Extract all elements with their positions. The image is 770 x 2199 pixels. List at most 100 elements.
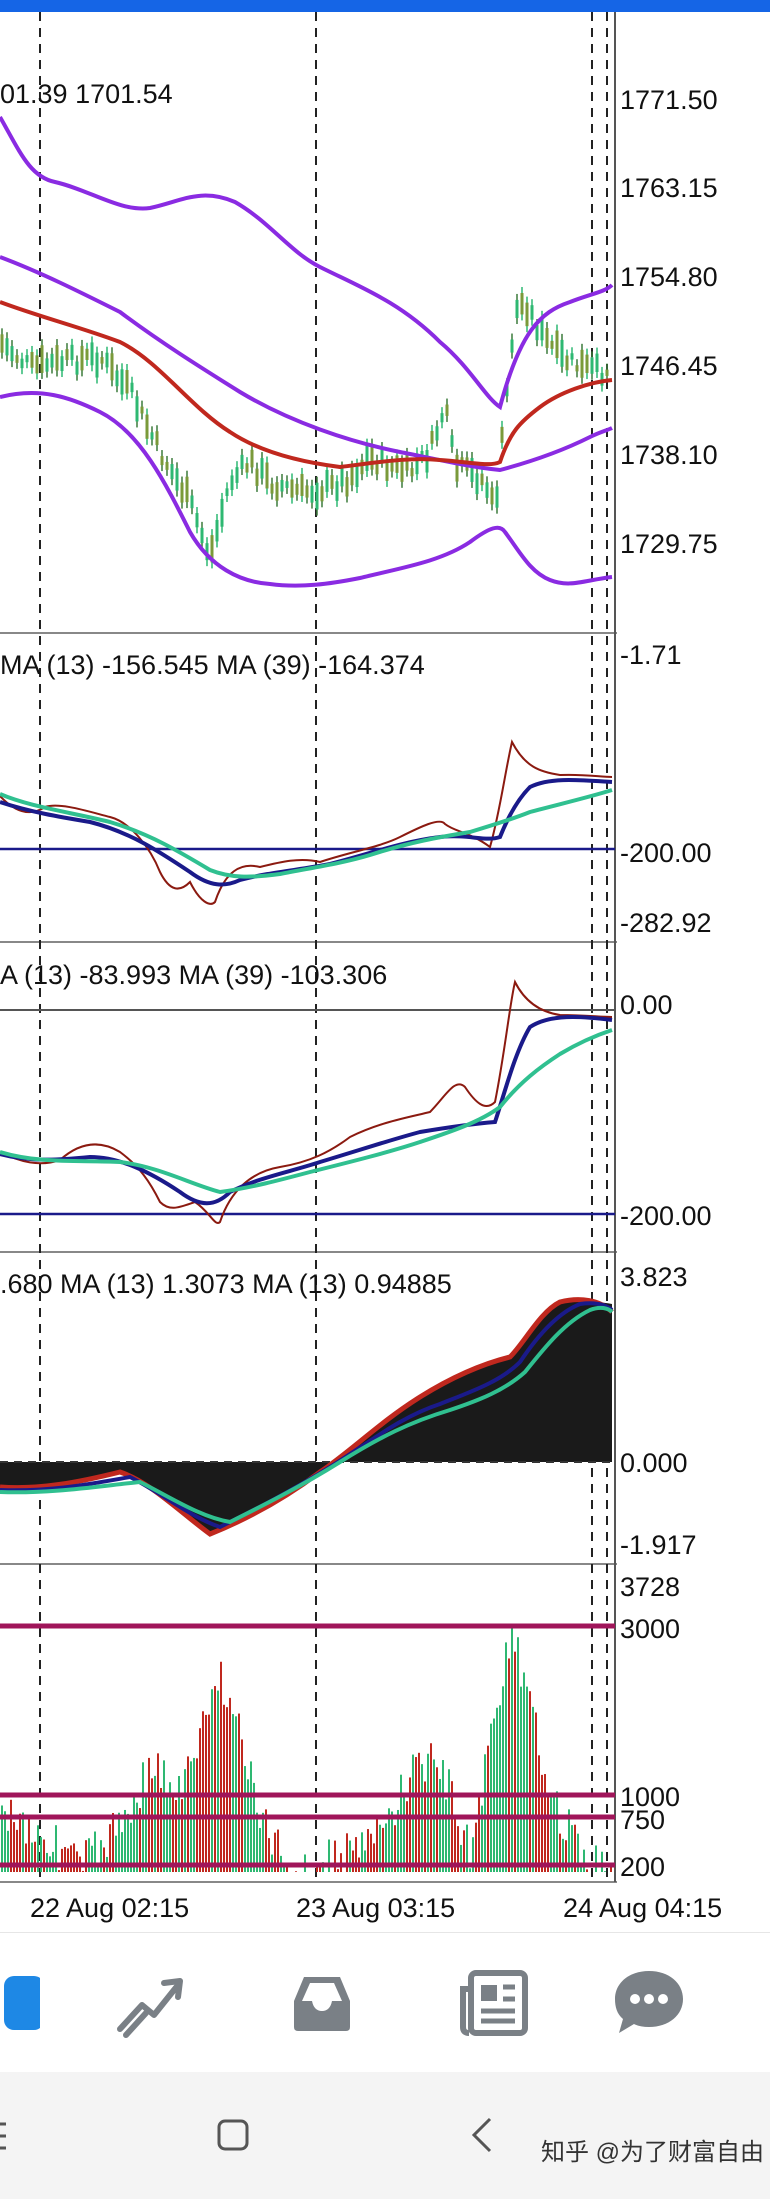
candle-body — [335, 481, 339, 501]
indicator1-level-label: -200.00 — [620, 838, 712, 868]
candle-body — [160, 456, 164, 466]
volume-bar — [160, 1787, 162, 1872]
volume-bar — [520, 1686, 522, 1872]
menu-icon[interactable] — [0, 2120, 12, 2154]
candle-body — [40, 345, 44, 373]
indicator1-ma39-line — [0, 788, 613, 879]
candle-body — [440, 413, 444, 423]
candle-body — [410, 468, 414, 477]
chat-icon — [615, 1971, 683, 2033]
volume-bar — [535, 1712, 537, 1872]
moving-average-line — [0, 300, 613, 470]
candle-body — [235, 467, 239, 483]
candle-body — [5, 338, 9, 356]
quotes-tab[interactable] — [0, 1961, 50, 2045]
candle-body — [535, 325, 539, 341]
candle-body — [95, 352, 99, 378]
candle-body — [125, 370, 129, 394]
candle-body — [580, 349, 584, 378]
candle-body — [485, 482, 489, 498]
back-icon[interactable] — [470, 2116, 494, 2154]
volume-bar — [217, 1690, 219, 1872]
volume-bar — [532, 1706, 534, 1872]
volume-bar — [526, 1686, 528, 1872]
candle-body — [370, 444, 374, 470]
volume-bar — [400, 1774, 402, 1872]
volume-bar — [157, 1753, 159, 1872]
candle-body — [545, 328, 549, 348]
volume-level-label: 3000 — [620, 1614, 681, 1644]
volume-bar — [229, 1697, 231, 1872]
candle-body — [490, 487, 494, 505]
volume-bar — [406, 1801, 408, 1872]
candle-body — [510, 339, 514, 353]
candle-body — [290, 479, 294, 498]
volume-bar — [73, 1843, 75, 1872]
chat-tab[interactable] — [604, 1961, 694, 2045]
candle-body — [70, 344, 74, 360]
candle-body — [255, 468, 259, 486]
volume-bar — [610, 1867, 612, 1872]
indicator1-level-label: -282.92 — [620, 908, 712, 938]
candle-body — [320, 486, 324, 502]
candle-body — [555, 330, 559, 359]
volume-bar — [538, 1755, 540, 1872]
top-status-strip — [0, 0, 770, 12]
volume-bar — [505, 1642, 507, 1872]
candle-body — [250, 449, 254, 468]
volume-bar — [181, 1799, 183, 1872]
bottom-navigation — [0, 1932, 770, 2073]
news-tab[interactable] — [450, 1961, 540, 2045]
candle-body — [140, 406, 144, 414]
volume-bar — [10, 1799, 12, 1872]
volume-bar — [601, 1851, 603, 1872]
candle-body — [195, 513, 199, 528]
time-axis-label: 23 Aug 03:15 — [296, 1893, 456, 1923]
volume-bar — [502, 1686, 504, 1872]
volume-bar — [430, 1743, 432, 1872]
volume-bar — [529, 1691, 531, 1872]
volume-bar — [295, 1871, 297, 1872]
candle-body — [360, 459, 364, 475]
candle-body — [350, 466, 354, 486]
candle-body — [245, 463, 249, 473]
candle-body — [30, 351, 34, 368]
watermark: 知乎 @为了财富自由 — [540, 2139, 764, 2166]
volume-bar — [508, 1658, 510, 1872]
candle-body — [100, 357, 104, 364]
candle-body — [180, 482, 184, 503]
candle-body — [605, 369, 609, 376]
candle-body — [270, 483, 274, 494]
volume-bar — [70, 1845, 72, 1872]
volume-bar — [214, 1686, 216, 1872]
home-icon[interactable] — [216, 2118, 250, 2152]
candle-body — [35, 355, 39, 374]
volume-bar — [64, 1847, 66, 1872]
candle-body — [280, 479, 284, 492]
candle-body — [390, 462, 394, 472]
indicator2-fast-line — [0, 979, 613, 1224]
trade-tab[interactable] — [277, 1961, 367, 2045]
volume-bar — [151, 1778, 153, 1872]
volume-bar — [403, 1796, 405, 1872]
volume-bar — [145, 1795, 147, 1872]
chart-tab[interactable] — [105, 1961, 195, 2045]
candle-body — [50, 353, 54, 368]
volume-bar — [487, 1745, 489, 1872]
candle-body — [310, 485, 314, 503]
volume-bar — [199, 1728, 201, 1872]
candle-body — [215, 519, 219, 542]
volume-bar — [82, 1870, 84, 1872]
volume-level-label: 750 — [620, 1805, 666, 1835]
volume-bar — [31, 1842, 33, 1872]
candle-body — [55, 345, 59, 371]
candle-body — [260, 458, 264, 479]
candle-body — [120, 369, 124, 395]
price-label: 1746.45 — [620, 351, 718, 381]
candle-body — [105, 352, 109, 368]
volume-bar — [484, 1754, 486, 1872]
candle-body — [170, 464, 174, 480]
volume-bar — [460, 1844, 462, 1872]
candle-body — [185, 476, 189, 503]
candle-body — [565, 355, 569, 371]
